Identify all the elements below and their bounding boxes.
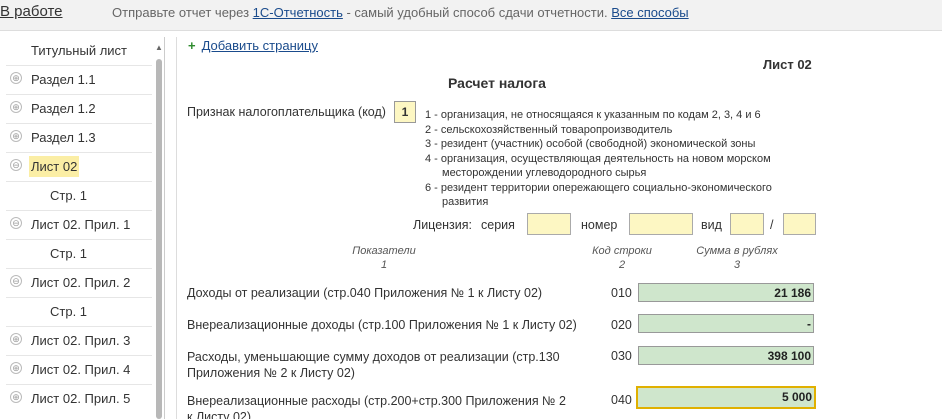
code-option: 1 - организация, не относящаяся к указан… [425,109,761,121]
tree-item-label: Титульный лист [31,43,128,58]
license-series-field[interactable] [527,213,571,235]
taxpayer-code-label: Признак налогоплательщика (код) [187,105,386,119]
expand-icon[interactable]: ⊕ [10,101,22,113]
collapse-icon[interactable]: ⊖ [10,275,22,287]
tree-item-label: Лист 02. Прил. 1 [31,217,131,232]
tree-item-label: Раздел 1.1 [31,72,96,87]
promo-text: Отправьте отчет через 1С-Отчетность - са… [112,5,689,20]
code-option: 2 - сельскохозяйственный товаропроизводи… [425,123,673,136]
tree-item-section-1-1[interactable]: ⊕ Раздел 1.1 [0,66,152,94]
expand-icon[interactable]: ⊕ [10,130,22,142]
tree-item-label: Раздел 1.2 [31,101,96,116]
code-option-continued: развития [442,196,489,208]
code-option: 3 - резидент (участник) особой (свободно… [425,138,756,150]
column-number: 3 [733,259,741,271]
tree-item-label: Лист 02. Прил. 2 [31,275,131,290]
row-code-040: 040 [611,393,632,407]
tree-item-section-1-3[interactable]: ⊕ Раздел 1.3 [0,124,152,152]
tree-item-sheet-02-app-1[interactable]: ⊖ Лист 02. Прил. 1 [0,211,152,239]
column-header-indicators: Показатели [352,245,416,257]
reporting-service-link[interactable]: 1С-Отчетность [253,5,343,20]
row-label-020: Внереализационные доходы (стр.100 Прилож… [187,318,577,332]
column-number: 1 [380,259,388,271]
tree-item-label: Раздел 1.3 [31,130,96,145]
tree-item-sheet-02-app-3[interactable]: ⊕ Лист 02. Прил. 3 [0,327,152,355]
license-type-label: вид [701,218,722,232]
license-label: Лицензия: [413,218,473,232]
value-field-020[interactable]: - [638,314,814,333]
value-field-040[interactable]: 5 000 [636,386,816,409]
promo-prefix: Отправьте отчет через [112,5,253,20]
expand-icon[interactable]: ⊕ [10,362,22,374]
tree-item-section-1-2[interactable]: ⊕ Раздел 1.2 [0,95,152,123]
value-field-030[interactable]: 398 100 [638,346,814,365]
column-header-line-code: Код строки [592,245,652,257]
code-option-continued: месторождении углеводородного сырья [442,167,647,179]
scroll-up-icon[interactable]: ▲ [155,43,163,52]
code-option: 4 - организация, осуществляющая деятельн… [425,152,771,165]
license-type-field[interactable] [730,213,764,235]
tree-item-title-page[interactable]: Титульный лист [0,37,152,65]
license-number-field[interactable] [629,213,693,235]
all-ways-link[interactable]: Все способы [611,5,688,20]
page-title: Расчет налога [448,75,546,91]
tree-item-label: Стр. 1 [50,188,88,203]
status-link[interactable]: В работе [0,3,63,20]
add-page-button[interactable]: + Добавить страницу [188,38,318,53]
code-option: 6 - резидент территории опережающего соц… [425,181,772,194]
tree-item-label: Лист 02. Прил. 5 [31,391,131,406]
expand-icon[interactable]: ⊕ [10,391,22,403]
tree-item-label: Лист 02. Прил. 4 [31,362,131,377]
plus-icon: + [188,38,196,53]
tree-item-page-1[interactable]: Стр. 1 [0,298,152,326]
expand-icon[interactable]: ⊕ [10,333,22,345]
tree-item-sheet-02-app-4[interactable]: ⊕ Лист 02. Прил. 4 [0,356,152,384]
tree-item-label: Стр. 1 [50,246,88,261]
promo-middle: - самый удобный способ сдачи отчетности. [342,5,612,20]
collapse-icon[interactable]: ⊖ [10,159,22,171]
license-number-label: номер [581,218,618,232]
row-label-040: Внереализационные расходы (стр.200+стр.3… [187,394,566,419]
column-header-sum: Сумма в рублях [696,245,778,257]
row-code-030: 030 [611,349,632,363]
tree-item-label: Лист 02 [29,156,80,177]
scrollbar-thumb[interactable] [156,59,162,419]
top-bar: В работе Отправьте отчет через 1С-Отчетн… [0,0,942,31]
value-field-010[interactable]: 21 186 [638,283,814,302]
tree-item-sheet-02[interactable]: ⊖ Лист 02 [0,153,152,181]
sheet-label: Лист 02 [763,57,812,72]
row-label-030: Расходы, уменьшающие сумму доходов от ре… [187,350,560,380]
row-code-010: 010 [611,286,632,300]
tree-item-label: Стр. 1 [50,304,88,319]
row-label-010: Доходы от реализации (стр.040 Приложения… [187,286,543,300]
license-subtype-field[interactable] [783,213,816,235]
license-slash: / [770,218,774,232]
taxpayer-code-legend: 1 - организация, не относящаяся к указан… [425,108,772,210]
tree-item-sheet-02-app-5[interactable]: ⊕ Лист 02. Прил. 5 [0,385,152,413]
tree-item-sheet-02-app-2[interactable]: ⊖ Лист 02. Прил. 2 [0,269,152,297]
expand-icon[interactable]: ⊕ [10,72,22,84]
license-series-label: серия [481,218,515,232]
tree-item-page-1[interactable]: Стр. 1 [0,240,152,268]
sections-tree: Титульный лист ⊕ Раздел 1.1 ⊕ Раздел 1.2 ⊕… [0,37,165,419]
column-number: 2 [618,259,626,271]
tree-item-label: Лист 02. Прил. 3 [31,333,131,348]
collapse-icon[interactable]: ⊖ [10,217,22,229]
taxpayer-code-field[interactable]: 1 [394,101,416,123]
row-code-020: 020 [611,318,632,332]
add-page-label: Добавить страницу [201,38,318,53]
tree-item-page-1[interactable]: Стр. 1 [0,182,152,210]
